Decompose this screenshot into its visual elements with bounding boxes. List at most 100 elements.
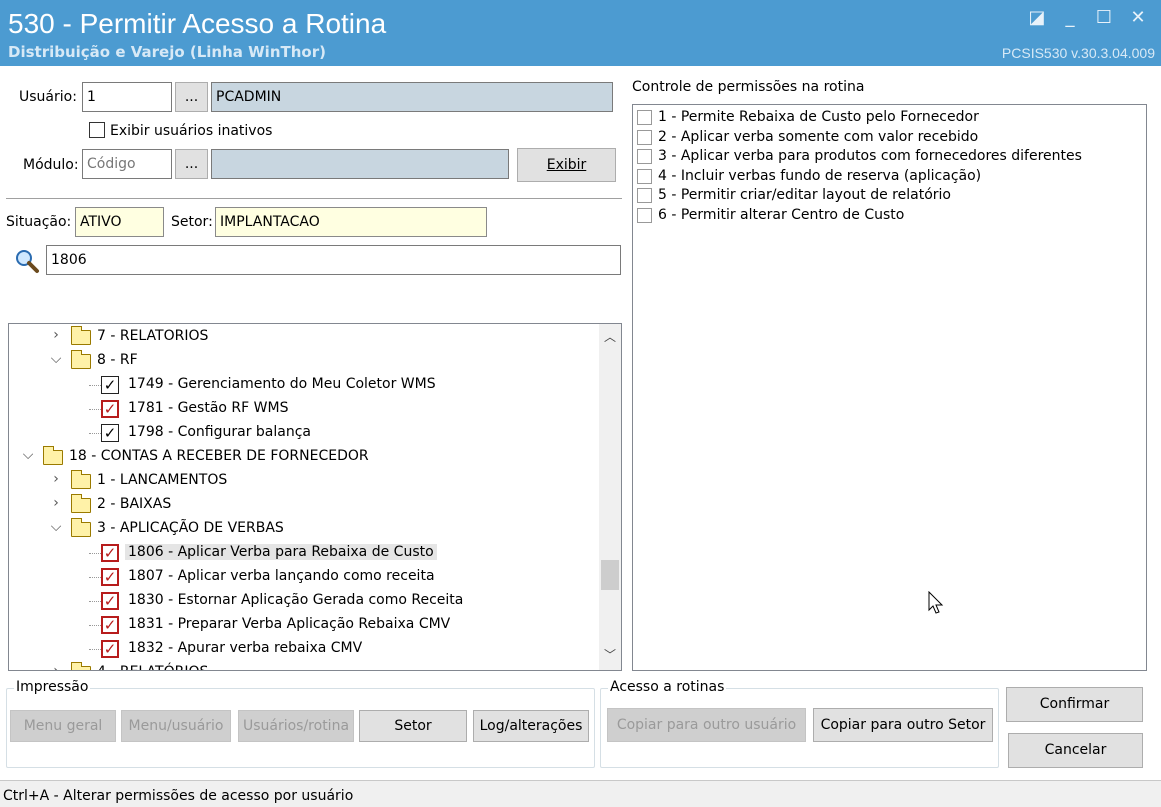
chevron-right-icon[interactable]: › — [49, 327, 63, 343]
usuarios-rotina-button[interactable]: Usuários/rotina — [238, 710, 354, 742]
tree-item[interactable]: ✓ 1830 - Estornar Aplicação Gerada como R… — [9, 589, 599, 613]
scroll-down-icon[interactable]: ﹀ — [599, 646, 621, 666]
permission-checkbox[interactable] — [637, 149, 652, 164]
tree-connector — [89, 649, 101, 650]
permission-checkbox[interactable] — [637, 168, 652, 184]
permission-checkbox[interactable] — [637, 188, 652, 203]
window-subtitle: Distribuição e Varejo (Linha WinThor) — [8, 43, 326, 61]
close-button[interactable]: ✕ — [1127, 8, 1149, 28]
search-input[interactable]: 1806 — [46, 245, 621, 275]
tree-checkbox[interactable]: ✓ — [101, 616, 119, 634]
mouse-cursor-icon — [928, 591, 944, 614]
scroll-up-icon[interactable]: ︿ — [599, 328, 621, 348]
exibir-button[interactable]: Exibir — [517, 148, 616, 182]
menu-geral-button[interactable]: Menu geral — [10, 710, 116, 742]
tree-item[interactable]: ✓ 1781 - Gestão RF WMS — [9, 397, 599, 421]
tree-folder[interactable]: ⌵ 3 - APLICAÇÃO DE VERBAS — [9, 517, 599, 541]
impressao-title: Impressão — [14, 679, 91, 695]
tree-checkbox[interactable]: ✓ — [101, 592, 119, 610]
chevron-right-icon[interactable]: › — [49, 663, 63, 670]
tree-checkbox[interactable]: ✓ — [101, 544, 119, 562]
chevron-down-icon[interactable]: ⌵ — [21, 447, 35, 463]
modulo-name-field — [211, 149, 509, 179]
tree-folder-label: 18 - CONTAS A RECEBER DE FORNECEDOR — [69, 448, 369, 464]
copiar-usuario-button[interactable]: Copiar para outro usuário — [607, 708, 806, 742]
search-icon — [16, 250, 39, 273]
tree-folder[interactable]: ⌵ 18 - CONTAS A RECEBER DE FORNECEDOR — [9, 445, 599, 469]
modulo-browse-button[interactable]: ... — [175, 149, 208, 179]
tree-item[interactable]: ✓ 1749 - Gerenciamento do Meu Coletor WMS — [9, 373, 599, 397]
tree-folder[interactable]: › 4 - RELATÓRIOS — [9, 661, 599, 670]
folder-icon — [71, 518, 91, 537]
modulo-code-input[interactable]: Código — [82, 149, 172, 179]
setor-button[interactable]: Setor — [359, 710, 467, 742]
tree-item[interactable]: ✓ 1798 - Configurar balança — [9, 421, 599, 445]
tree-folder-label: 2 - BAIXAS — [97, 496, 172, 512]
chevron-down-icon[interactable]: ⌵ — [49, 351, 63, 367]
tree-checkbox[interactable]: ✓ — [101, 400, 119, 418]
usuario-code-input[interactable]: 1 — [82, 82, 172, 112]
tree-connector — [89, 433, 101, 434]
tree-scrollbar[interactable]: ︿ ﹀ — [599, 324, 621, 670]
confirmar-button[interactable]: Confirmar — [1006, 687, 1143, 722]
log-alteracoes-button[interactable]: Log/alterações — [473, 710, 589, 742]
routine-tree: › 4 - RELATÓRIOS ✓ 1832 - Apurar verba reba… — [8, 323, 622, 671]
usuario-name-field: PCADMIN — [211, 82, 613, 112]
permission-label: 2 - Aplicar verba somente com valor rece… — [658, 128, 979, 145]
folder-icon — [71, 494, 91, 513]
tree-folder[interactable]: ⌵ 8 - RF — [9, 349, 599, 373]
tree-connector — [89, 385, 101, 386]
tree-item-label: 1798 - Configurar balança — [128, 424, 311, 440]
version-label: PCSIS530 v.30.3.04.009 — [1001, 45, 1155, 61]
tree-connector — [89, 625, 101, 626]
permission-checkbox[interactable] — [637, 129, 652, 145]
situacao-label: Situação: — [6, 214, 72, 230]
usuario-browse-button[interactable]: ... — [175, 82, 208, 112]
tree-checkbox[interactable]: ✓ — [101, 568, 119, 586]
tree-folder[interactable]: › 2 - BAIXAS — [9, 493, 599, 517]
minimize-button[interactable]: _ — [1059, 8, 1081, 28]
chevron-right-icon[interactable]: › — [49, 495, 63, 511]
permission-checkbox[interactable] — [637, 110, 652, 125]
tree-item[interactable]: ✓ 1832 - Apurar verba rebaixa CMV — [9, 637, 599, 661]
status-bar: Ctrl+A - Alterar permissões de acesso po… — [0, 780, 1161, 807]
tree-item-label: 1830 - Estornar Aplicação Gerada como Re… — [128, 592, 464, 608]
tree-item[interactable]: ✓ 1806 - Aplicar Verba para Rebaixa de Cu… — [9, 541, 599, 565]
tree-item-label: 1832 - Apurar verba rebaixa CMV — [128, 640, 363, 656]
permission-label: 6 - Permitir alterar Centro de Custo — [658, 206, 905, 223]
cancelar-button[interactable]: Cancelar — [1008, 733, 1143, 768]
tree-folder-label: 1 - LANCAMENTOS — [97, 472, 228, 488]
tree-item[interactable]: ✓ 1831 - Preparar Verba Aplicação Rebaixa… — [9, 613, 599, 637]
folder-icon — [71, 662, 91, 670]
tree-checkbox[interactable]: ✓ — [101, 640, 119, 658]
tree-folder-label: 3 - APLICAÇÃO DE VERBAS — [97, 520, 284, 536]
copiar-setor-button[interactable]: Copiar para outro Setor — [813, 708, 993, 742]
folder-icon — [71, 326, 91, 345]
scroll-thumb[interactable] — [601, 560, 619, 590]
folder-icon — [71, 470, 91, 489]
tree-folder[interactable]: › 1 - LANCAMENTOS — [9, 469, 599, 493]
modulo-label: Módulo: — [23, 157, 79, 173]
folder-icon — [43, 446, 63, 465]
chevron-down-icon[interactable]: ⌵ — [49, 519, 63, 535]
tree-checkbox[interactable]: ✓ — [101, 424, 119, 442]
tree-folder[interactable]: › 7 - RELATORIOS — [9, 325, 599, 349]
tree-item-label: 1806 - Aplicar Verba para Rebaixa de Cus… — [125, 544, 437, 560]
menu-usuario-button[interactable]: Menu/usuário — [121, 710, 231, 742]
exibir-inativos-label: Exibir usuários inativos — [110, 123, 273, 139]
permission-checkbox[interactable] — [637, 207, 652, 223]
folder-icon — [71, 350, 91, 369]
chevron-right-icon[interactable]: › — [49, 471, 63, 487]
permission-label: 1 - Permite Rebaixa de Custo pelo Fornec… — [658, 109, 979, 125]
tree-connector — [89, 553, 101, 554]
restore-icon[interactable]: ◪ — [1026, 8, 1048, 28]
tree-connector — [89, 577, 101, 578]
tree-checkbox[interactable]: ✓ — [101, 376, 119, 394]
maximize-button[interactable]: ☐ — [1093, 8, 1115, 28]
exibir-inativos-checkbox[interactable] — [89, 122, 105, 138]
permission-label: 5 - Permitir criar/editar layout de rela… — [658, 187, 951, 203]
usuario-label: Usuário: — [19, 89, 77, 105]
permissions-title: Controle de permissões na rotina — [632, 79, 865, 95]
tree-item[interactable]: ✓ 1807 - Aplicar verba lançando como rece… — [9, 565, 599, 589]
tree-connector — [89, 409, 101, 410]
